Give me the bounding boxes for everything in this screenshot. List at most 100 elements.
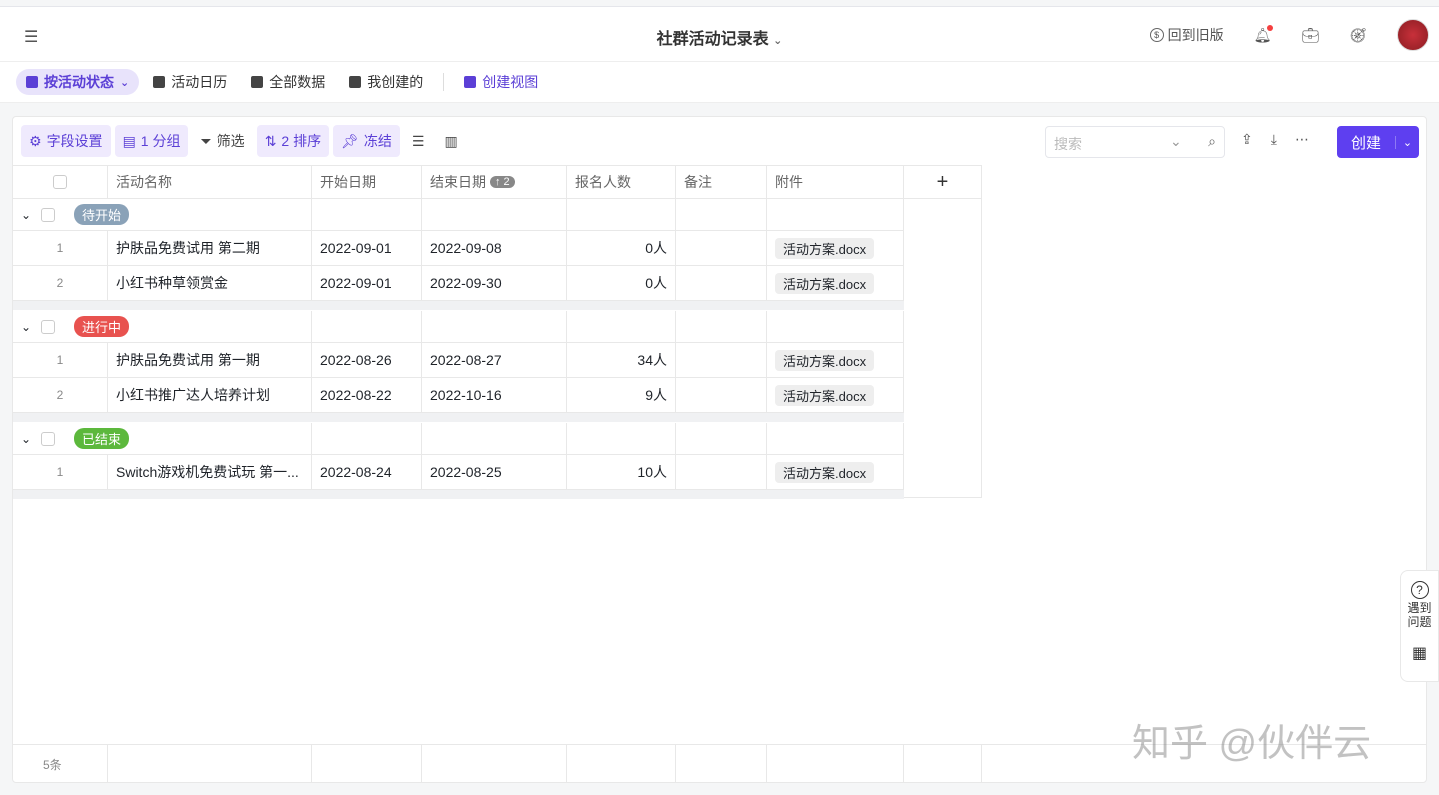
attachment-file[interactable]: 活动方案.docx (775, 384, 875, 406)
cell (767, 199, 904, 231)
chevron-down-icon[interactable]: ⌄ (21, 208, 31, 222)
start-date[interactable]: 2022-08-22 (320, 387, 392, 403)
search-icon[interactable]: ⌕ (1208, 133, 1216, 150)
filter-button[interactable]: ⏷ 筛选 (192, 125, 252, 157)
column-header[interactable]: 开始日期 (312, 165, 422, 199)
chevron-down-icon[interactable]: ⌄ (1395, 135, 1419, 149)
chevron-down-icon[interactable]: ⌄ (1170, 133, 1182, 150)
view-tab-0[interactable]: 按活动状态 ⌄ (16, 69, 140, 95)
question-icon: ? (1410, 581, 1429, 599)
briefcase-icon[interactable]: 💼︎ (1301, 27, 1319, 44)
download-icon[interactable]: ⤓ (1271, 131, 1277, 148)
header-row: 活动名称 开始日期 结束日期 ↑ 2 报名人数 备注 附件 + (13, 165, 982, 199)
group-checkbox[interactable] (41, 207, 56, 222)
signup-count[interactable]: 10人 (637, 462, 667, 482)
end-date[interactable]: 2022-09-08 (430, 240, 502, 256)
cell (567, 423, 676, 455)
group-spacer (13, 490, 904, 499)
start-date[interactable]: 2022-08-24 (320, 464, 392, 480)
cell: 2022-09-30 (422, 266, 567, 301)
compass-icon[interactable]: 🧭︎ (1349, 27, 1367, 44)
table-view-icon (349, 76, 362, 88)
freeze-button[interactable]: 📌︎ 冻结 (333, 125, 400, 157)
group-checkbox[interactable] (41, 319, 56, 334)
help-panel[interactable]: ? 遇到问题 ▦ (1400, 570, 1439, 682)
plus-icon (464, 76, 477, 88)
start-date[interactable]: 2022-09-01 (320, 240, 392, 256)
cell (767, 311, 904, 343)
avatar[interactable] (1397, 19, 1429, 51)
attachment-file[interactable]: 活动方案.docx (775, 272, 875, 294)
end-date[interactable]: 2022-08-25 (430, 464, 502, 480)
signup-count[interactable]: 0人 (645, 273, 667, 293)
create-button[interactable]: 创建 ⌄ (1337, 126, 1419, 158)
cell: 9人 (567, 378, 676, 413)
row-height-icon: ☰ (411, 132, 425, 149)
view-tab-2[interactable]: 全部数据 (241, 69, 335, 95)
status-badge: 待开始 (74, 204, 130, 225)
column-header[interactable]: 备注 (676, 165, 767, 199)
group-button[interactable]: ▤ 1 分组 (114, 125, 189, 157)
view-tab-label: 全部数据 (269, 74, 326, 90)
activity-name[interactable]: Switch游戏机免费试玩 第一... (116, 462, 299, 482)
sort-button[interactable]: ⇅ 2 排序 (256, 125, 330, 157)
status-badge: 已结束 (74, 428, 130, 449)
table-row: 1 护肤品免费试用 第一期 2022-08-26 2022-08-27 34人 活动方案.… (13, 343, 904, 378)
chevron-down-icon[interactable]: ⌄ (21, 432, 31, 446)
back-old-version-button[interactable]: $ 回到旧版 (1149, 25, 1224, 45)
field-settings-button[interactable]: ⚙ 字段设置 (21, 125, 111, 157)
more-icon[interactable]: ⋯ (1295, 131, 1309, 148)
signup-count[interactable]: 34人 (637, 350, 667, 370)
activity-name[interactable]: 护肤品免费试用 第二期 (116, 238, 260, 258)
bell-icon[interactable]: 🔔︎ (1254, 24, 1274, 44)
freeze-label: 冻结 (363, 133, 392, 149)
chevron-down-icon[interactable]: ⌄ (21, 320, 31, 334)
activity-name[interactable]: 小红书种草领赏金 (116, 273, 228, 293)
qr-code-icon[interactable]: ▦ (1401, 643, 1438, 663)
cell: 2 (13, 378, 108, 413)
view-tab-label: 我创建的 (367, 74, 424, 90)
search-input[interactable]: 搜索 ⌄ ⌕ (1045, 126, 1225, 158)
add-column-area (904, 199, 982, 498)
table-row: 2 小红书种草领赏金 2022-09-01 2022-09-30 0人 活动方案.docx (13, 266, 904, 301)
end-date[interactable]: 2022-08-27 (430, 352, 502, 368)
attachment-file[interactable]: 活动方案.docx (775, 237, 875, 259)
column-header[interactable]: 结束日期 ↑ 2 (422, 165, 567, 199)
view-tab-3[interactable]: 我创建的 (339, 69, 433, 95)
start-date[interactable]: 2022-09-01 (320, 275, 392, 291)
group-icon: ▤ (122, 132, 136, 149)
start-date[interactable]: 2022-08-26 (320, 352, 392, 368)
activity-name[interactable]: 护肤品免费试用 第一期 (116, 350, 260, 370)
end-date[interactable]: 2022-09-30 (430, 275, 502, 291)
cell (676, 343, 767, 378)
column-header[interactable]: 报名人数 (567, 165, 676, 199)
cell: 护肤品免费试用 第二期 (108, 231, 312, 266)
activity-name[interactable]: 小红书推广达人培养计划 (116, 385, 270, 405)
end-date[interactable]: 2022-10-16 (430, 387, 502, 403)
attachment-file[interactable]: 活动方案.docx (775, 349, 875, 371)
column-header[interactable]: 活动名称 (108, 165, 312, 199)
view-tab-1[interactable]: 活动日历 (143, 69, 237, 95)
sort-badge: ↑ 2 (490, 176, 515, 188)
upload-icon[interactable]: ⇪ (1241, 131, 1253, 148)
add-column-icon[interactable]: + (937, 171, 949, 194)
table-card: ⚙ 字段设置 ▤ 1 分组 ⏷ 筛选 ⇅ 2 排序 📌︎ 冻结 ☰ ▥ 搜索 ⌄ ⌕ ⇪ ⤓ ⋯ … (12, 116, 1427, 783)
signup-count[interactable]: 9人 (645, 385, 667, 405)
signup-count[interactable]: 0人 (645, 238, 667, 258)
cell: 2022-08-22 (312, 378, 422, 413)
attachment-file[interactable]: 活动方案.docx (775, 461, 875, 483)
create-view-button[interactable]: 创建视图 (454, 69, 548, 95)
cell: + (904, 165, 982, 199)
chevron-down-icon[interactable]: ⌄ (120, 76, 129, 89)
row-height-button[interactable]: ☰ (404, 125, 433, 157)
table-view-icon (153, 76, 166, 88)
cell: 2 (13, 266, 108, 301)
group-checkbox[interactable] (41, 431, 56, 446)
cell: 2022-08-26 (312, 343, 422, 378)
cell: 活动方案.docx (767, 343, 904, 378)
cell (422, 311, 567, 343)
chart-button[interactable]: ▥ (436, 125, 465, 157)
select-all-checkbox[interactable] (53, 175, 67, 189)
column-header[interactable]: 附件 (767, 165, 904, 199)
column-header-label: 开始日期 (320, 174, 376, 190)
